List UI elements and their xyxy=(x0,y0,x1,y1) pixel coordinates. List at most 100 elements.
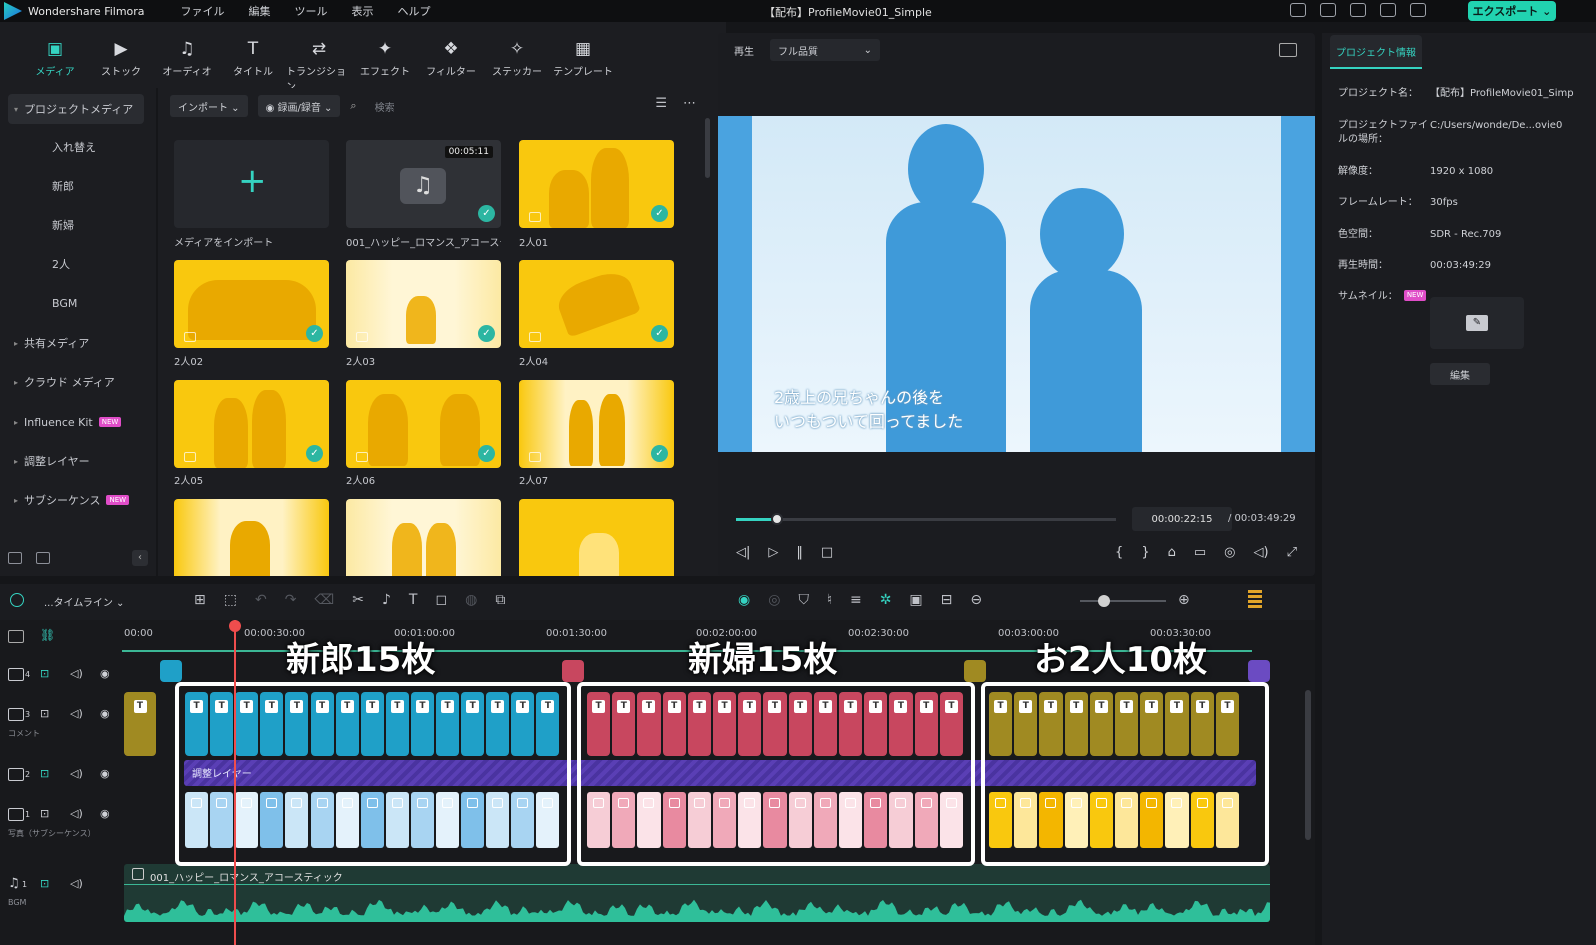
media-item-couple07[interactable]: ✓ xyxy=(519,380,674,468)
mark-in-icon[interactable]: { xyxy=(1115,545,1123,560)
tab-transition[interactable]: ⇄トランジション xyxy=(286,22,352,93)
tab-title[interactable]: T タイトル xyxy=(220,22,286,88)
color-icon[interactable]: ◍ xyxy=(465,592,477,608)
collapse-sidebar-icon[interactable]: ‹ xyxy=(132,550,148,566)
eye-icon[interactable]: ◉ xyxy=(100,707,110,720)
quality-dropdown[interactable]: フル品質 ⌄ xyxy=(770,39,880,61)
headset-icon[interactable] xyxy=(1380,3,1396,17)
zoom-knob[interactable] xyxy=(1098,595,1110,607)
folder-icon[interactable] xyxy=(36,552,50,564)
menu-file[interactable]: ファイル xyxy=(181,3,225,19)
tab-sticker[interactable]: ✧ ステッカー xyxy=(484,22,550,88)
audio-edit-icon[interactable]: ♪ xyxy=(382,592,391,608)
tab-audio[interactable]: ♫ オーディオ xyxy=(154,22,220,88)
media-scrollbar[interactable] xyxy=(705,118,710,178)
lock-icon[interactable]: ⊡ xyxy=(40,767,49,780)
tab-filter[interactable]: ❖ フィルター xyxy=(418,22,484,88)
mute-icon[interactable]: ◁) xyxy=(70,767,83,780)
zoom-slider[interactable] xyxy=(1080,600,1166,602)
sidebar-item-shared-media[interactable]: ▸ 共有メディア xyxy=(8,328,144,358)
timeline-home-icon[interactable] xyxy=(10,593,24,607)
tab-effect[interactable]: ✦ エフェクト xyxy=(352,22,418,88)
snapshot-icon[interactable]: ◎ xyxy=(1224,545,1235,560)
play-icon[interactable]: ▷ xyxy=(768,545,778,560)
mute-icon[interactable]: ◁) xyxy=(70,877,83,890)
menu-view[interactable]: 表示 xyxy=(352,3,374,19)
text-icon[interactable]: T xyxy=(409,592,418,608)
layout-icon[interactable] xyxy=(1290,3,1306,17)
transition-marker[interactable] xyxy=(964,660,986,682)
mute-icon[interactable]: ◁) xyxy=(70,667,83,680)
transition-marker[interactable] xyxy=(160,660,182,682)
lock-icon[interactable]: ⊡ xyxy=(40,807,49,820)
pause-icon[interactable]: ‖ xyxy=(796,545,803,560)
transition-marker[interactable] xyxy=(1248,660,1270,682)
tab-stock[interactable]: ▶ ストック xyxy=(88,22,154,88)
media-item-couple09[interactable] xyxy=(346,499,501,576)
sidebar-item-couple[interactable]: 2人 xyxy=(8,249,144,279)
filter-sort-icon[interactable]: ☰ xyxy=(655,96,667,111)
new-folder-icon[interactable] xyxy=(8,552,22,564)
menu-help[interactable]: ヘルプ xyxy=(398,3,431,19)
playhead-handle[interactable] xyxy=(229,620,241,632)
add-track-icon[interactable] xyxy=(8,630,24,643)
cut-icon[interactable]: ✂ xyxy=(352,592,364,608)
media-item-audio[interactable]: 00:05:11 ♫ ✓ xyxy=(346,140,501,228)
eye-icon[interactable]: ◉ xyxy=(100,807,110,820)
eye-icon[interactable]: ◉ xyxy=(100,767,110,780)
level-meter-icon[interactable] xyxy=(1248,590,1262,610)
sidebar-item-bgm[interactable]: BGM xyxy=(8,288,144,318)
record-dropdown[interactable]: ◉ 録画/録音 ⌄ xyxy=(257,95,341,117)
pip-icon[interactable]: ▣ xyxy=(909,592,922,608)
volume-icon[interactable]: ◁) xyxy=(1254,545,1269,560)
prev-frame-icon[interactable]: ◁| xyxy=(736,545,750,560)
sidebar-item-adjustment-layer[interactable]: ▸ 調整レイヤー xyxy=(8,446,144,476)
eye-icon[interactable]: ◉ xyxy=(100,667,110,680)
speed-icon[interactable]: ⧉ xyxy=(495,592,505,608)
layout-icon[interactable]: ⊞ xyxy=(194,592,206,608)
redo-icon[interactable]: ↷ xyxy=(285,592,297,608)
media-item-couple02[interactable]: ✓ xyxy=(174,260,329,348)
save-icon[interactable] xyxy=(1320,3,1336,17)
sidebar-item-project-media[interactable]: ▾ プロジェクトメディア xyxy=(8,94,144,124)
thumbnail-box[interactable]: ✎ xyxy=(1430,297,1524,349)
tab-media[interactable]: ▣ メディア xyxy=(22,22,88,88)
lock-icon[interactable]: ⊡ xyxy=(40,707,49,720)
stop-icon[interactable]: □ xyxy=(821,545,833,560)
mic-icon[interactable]: ♮ xyxy=(827,592,832,608)
playback-progress[interactable] xyxy=(736,513,1116,525)
menu-tools[interactable]: ツール xyxy=(295,3,328,19)
render-icon[interactable]: ◎ xyxy=(768,592,780,608)
ai-icon[interactable]: ◉ xyxy=(738,592,750,608)
title-clip[interactable]: T xyxy=(124,692,156,756)
sidebar-item-bride[interactable]: 新婦 xyxy=(8,210,144,240)
fullscreen-icon[interactable]: ⤢ xyxy=(1287,545,1297,560)
zoom-in-icon[interactable]: ⊕ xyxy=(1178,592,1190,608)
media-item-couple10[interactable] xyxy=(519,499,674,576)
snap-icon[interactable]: ✲ xyxy=(880,592,892,608)
sidebar-item-influence-kit[interactable]: ▸ Influence Kit NEW xyxy=(8,407,144,437)
bgm-clip[interactable]: 001_ハッピー_ロマンス_アコースティック xyxy=(124,864,1270,922)
media-item-couple01[interactable]: ✓ xyxy=(519,140,674,228)
more-icon[interactable]: ⋯ xyxy=(683,96,696,111)
export-button[interactable]: エクスポート ⌄ xyxy=(1468,1,1556,21)
shield-icon[interactable]: ⛉ xyxy=(798,592,809,608)
media-item-couple08[interactable] xyxy=(174,499,329,576)
timeline-name[interactable]: ...タイムライン ⌄ xyxy=(44,594,124,609)
media-item-couple03[interactable]: ✓ xyxy=(346,260,501,348)
import-media-tile[interactable]: + xyxy=(174,140,329,228)
mute-icon[interactable]: ◁) xyxy=(70,707,83,720)
sidebar-item-cloud-media[interactable]: ▸ クラウド メディア xyxy=(8,367,144,397)
sidebar-item-replace[interactable]: 入れ替え xyxy=(8,132,144,162)
media-item-couple06[interactable]: ✓ xyxy=(346,380,501,468)
delete-icon[interactable]: ⌫ xyxy=(314,592,334,608)
lock-icon[interactable]: ⊡ xyxy=(40,667,49,680)
tab-project-info[interactable]: プロジェクト情報 xyxy=(1330,35,1422,69)
sidebar-item-subsequence[interactable]: ▸ サブシーケンス NEW xyxy=(8,485,144,515)
fit-icon[interactable]: ⊟ xyxy=(941,592,953,608)
mark-out-icon[interactable]: } xyxy=(1141,545,1149,560)
crop-icon[interactable]: ◻ xyxy=(435,592,447,608)
zoom-out-icon[interactable]: ⊖ xyxy=(970,592,982,608)
edit-button[interactable]: 編集 xyxy=(1430,363,1490,385)
progress-knob[interactable] xyxy=(771,513,784,525)
